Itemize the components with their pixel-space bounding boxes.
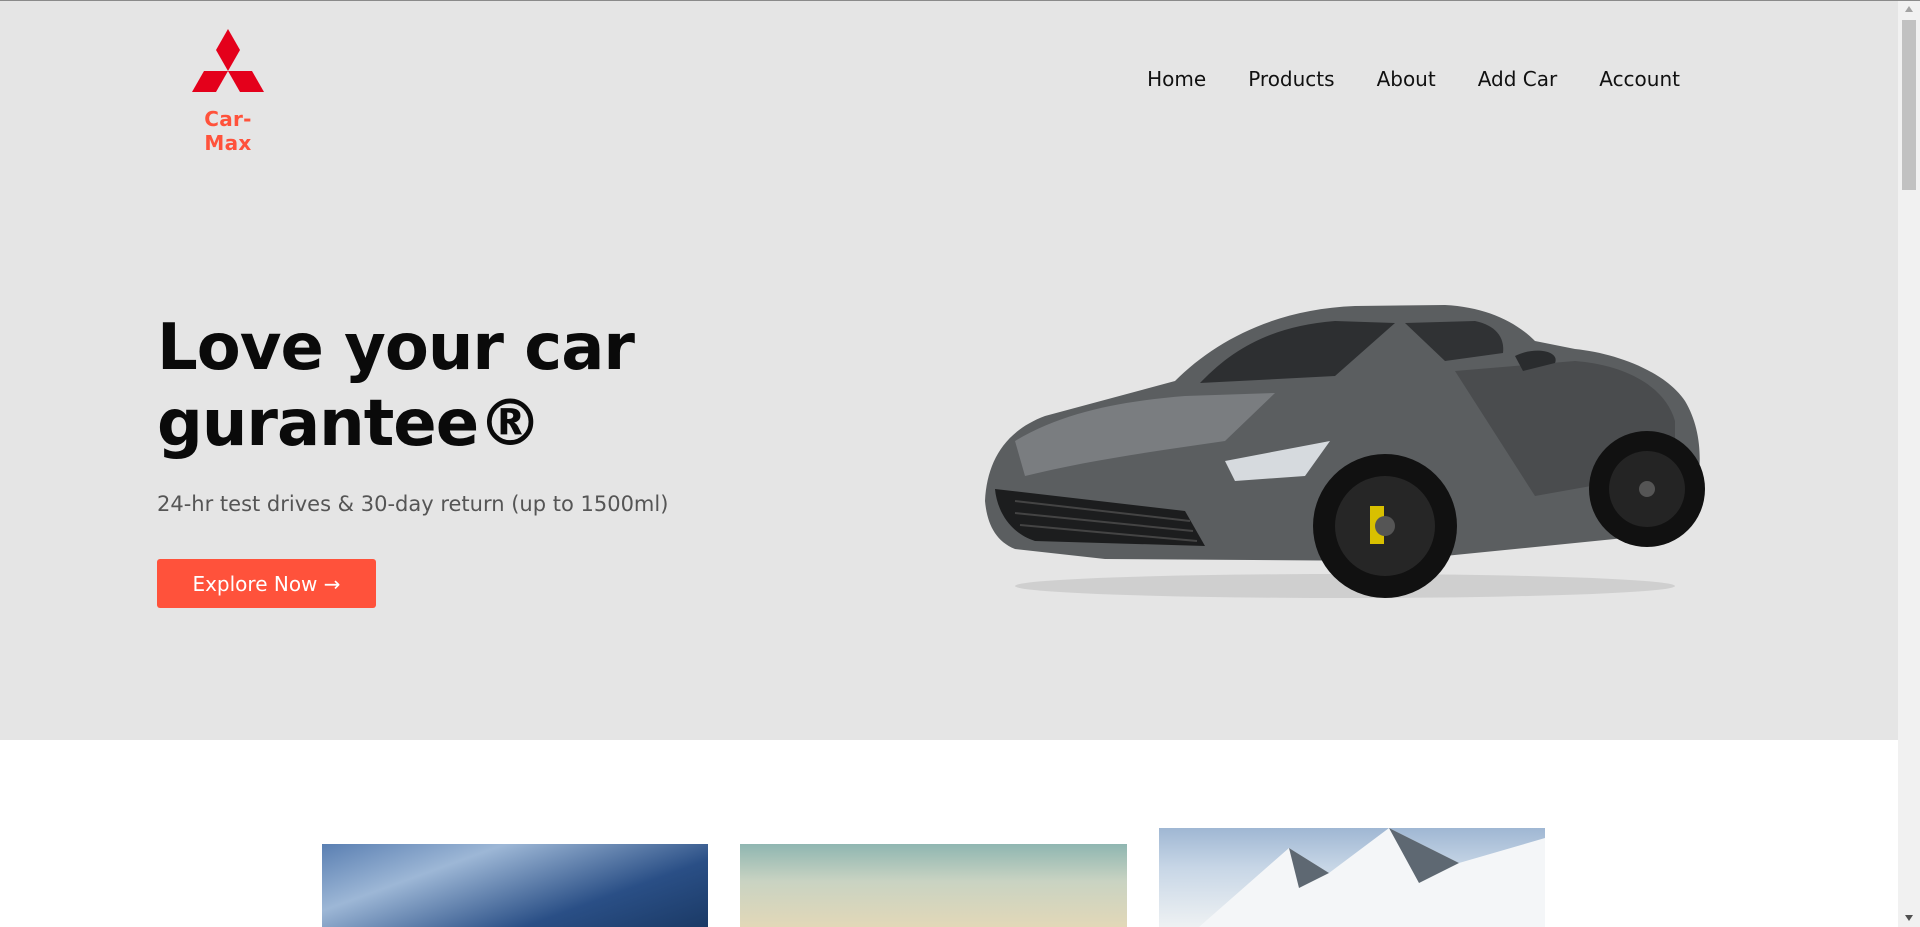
mountain-icon <box>1199 828 1545 927</box>
nav-products[interactable]: Products <box>1248 67 1334 91</box>
snowy-mountain-image[interactable] <box>1159 828 1545 927</box>
car-dome-image[interactable] <box>740 844 1127 927</box>
nav-about[interactable]: About <box>1377 67 1436 91</box>
scroll-up-arrow-icon[interactable] <box>1904 4 1914 14</box>
car-tunnel-image[interactable] <box>322 844 708 927</box>
mitsubishi-logo-icon <box>192 29 264 92</box>
scrollbar-thumb[interactable] <box>1902 20 1916 190</box>
scroll-down-arrow-icon[interactable] <box>1904 913 1914 923</box>
sports-car-icon <box>985 305 1705 598</box>
explore-now-button[interactable]: Explore Now → <box>157 559 376 608</box>
brand-name: Car-Max <box>204 107 252 155</box>
nav-add-car[interactable]: Add Car <box>1478 67 1558 91</box>
nav-account[interactable]: Account <box>1599 67 1680 91</box>
hero-headline: Love your car gurantee® <box>157 310 777 462</box>
hero-headline-line2: gurantee® <box>157 387 542 461</box>
hero-section: Car-Max Home Products About Add Car Acco… <box>0 1 1898 740</box>
nav-home[interactable]: Home <box>1147 67 1206 91</box>
hero-headline-line1: Love your car <box>157 311 635 385</box>
main-nav: Home Products About Add Car Account <box>1105 67 1680 91</box>
hero-car-image <box>975 301 1715 601</box>
brand-logo[interactable]: Car-Max <box>181 29 275 155</box>
hero-subtitle: 24-hr test drives & 30-day return (up to… <box>157 492 669 516</box>
